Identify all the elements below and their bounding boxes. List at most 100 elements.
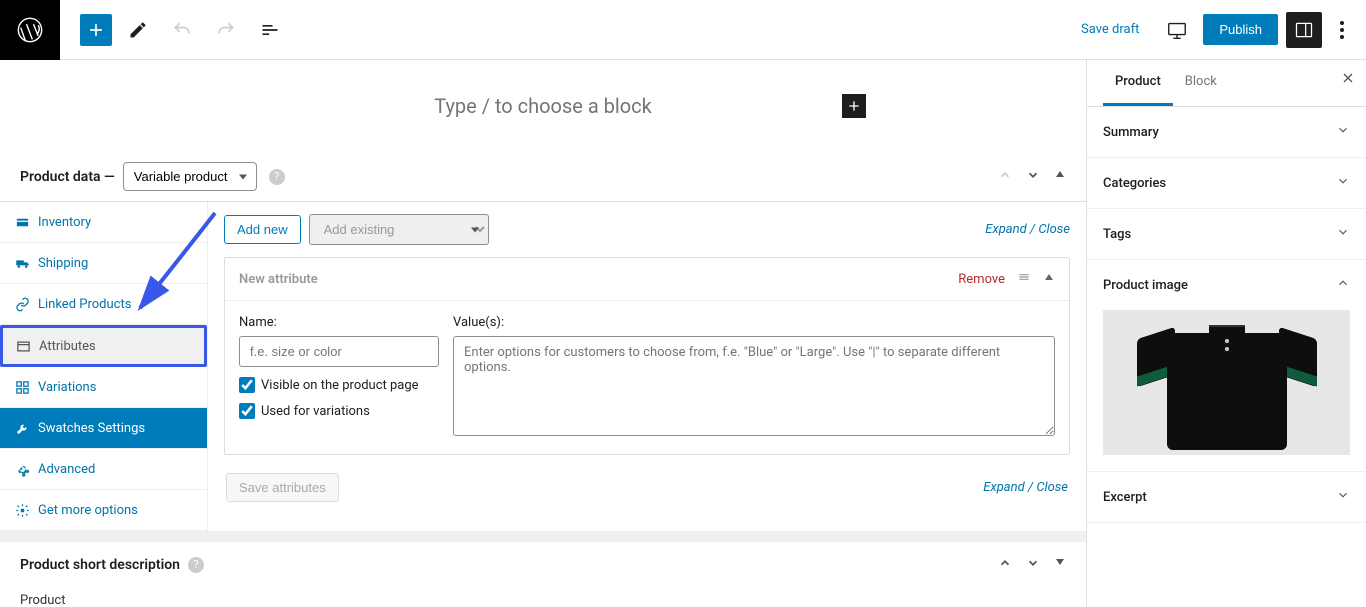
- grid-icon: [14, 379, 30, 395]
- tab-block[interactable]: Block: [1173, 60, 1229, 106]
- drag-handle[interactable]: [1017, 270, 1031, 288]
- plus-icon: [86, 20, 106, 40]
- tab-label: Attributes: [39, 339, 96, 354]
- product-data-panel: Product data — Variable product ?: [0, 152, 1086, 531]
- values-label: Value(s):: [453, 315, 1055, 330]
- triangle-up-icon: [1054, 168, 1066, 180]
- editor-toolbar-left: [60, 12, 308, 48]
- save-attributes-button[interactable]: Save attributes: [226, 473, 339, 502]
- chevron-down-icon: [1026, 168, 1040, 182]
- tab-attributes[interactable]: Attributes: [0, 325, 207, 367]
- chevron-down-icon: [1026, 556, 1040, 570]
- tab-inventory[interactable]: Inventory: [0, 202, 207, 243]
- preview-button[interactable]: [1159, 12, 1195, 48]
- redo-button[interactable]: [208, 12, 244, 48]
- product-data-tabs: Inventory Shipping Linked Products: [0, 202, 207, 531]
- attribute-name-input[interactable]: [239, 336, 439, 367]
- chevron-down-icon: [1336, 225, 1350, 243]
- attribute-block: New attribute Remove Name:: [224, 257, 1070, 455]
- tab-label: Swatches Settings: [38, 421, 145, 436]
- section-title: Tags: [1103, 227, 1131, 242]
- used-variations-label: Used for variations: [261, 404, 370, 419]
- chevron-up-icon: [998, 556, 1012, 570]
- tab-product[interactable]: Product: [1103, 60, 1173, 106]
- remove-attribute-link[interactable]: Remove: [958, 272, 1005, 287]
- add-new-attribute-button[interactable]: Add new: [224, 215, 301, 244]
- name-label: Name:: [239, 315, 439, 330]
- top-bar: Save draft Publish: [0, 0, 1366, 60]
- section-summary[interactable]: Summary: [1087, 107, 1366, 158]
- save-draft-button[interactable]: Save draft: [1069, 14, 1151, 45]
- attribute-values-textarea[interactable]: [453, 336, 1055, 436]
- collapse-attribute-button[interactable]: [1043, 271, 1055, 287]
- chevron-down-icon: [1336, 488, 1350, 506]
- help-icon[interactable]: ?: [269, 169, 285, 185]
- section-categories[interactable]: Categories: [1087, 158, 1366, 209]
- panel-toggle-button[interactable]: [1054, 556, 1066, 573]
- tab-shipping[interactable]: Shipping: [0, 243, 207, 284]
- tab-variations[interactable]: Variations: [0, 367, 207, 408]
- triangle-down-icon: [1054, 556, 1066, 568]
- tab-label: Inventory: [38, 215, 91, 230]
- inline-add-block-button[interactable]: [842, 94, 866, 118]
- close-sidebar-button[interactable]: [1340, 70, 1356, 91]
- section-title: Product image: [1103, 278, 1188, 293]
- redo-icon: [216, 20, 236, 40]
- pencil-icon: [128, 20, 148, 40]
- section-excerpt[interactable]: Excerpt: [1087, 472, 1366, 523]
- tab-label: Get more options: [38, 503, 138, 518]
- panel-up-button[interactable]: [998, 168, 1012, 185]
- link-icon: [14, 296, 30, 312]
- attribute-block-title: New attribute: [239, 272, 318, 287]
- document-overview-button[interactable]: [252, 12, 288, 48]
- help-icon[interactable]: ?: [188, 557, 204, 573]
- section-product-image[interactable]: Product image: [1087, 260, 1366, 472]
- section-title: Excerpt: [1103, 490, 1147, 505]
- shirt-image: [1137, 315, 1317, 450]
- tab-advanced[interactable]: Advanced: [0, 449, 207, 490]
- settings-sidebar: Product Block Summary Categories Tags: [1086, 60, 1366, 607]
- editor-toolbar-right: Save draft Publish: [1069, 12, 1366, 48]
- attributes-icon: [15, 338, 31, 354]
- tab-label: Variations: [38, 380, 96, 395]
- chevron-down-icon: [1336, 123, 1350, 141]
- bottom-product-label: Product: [0, 587, 1086, 607]
- panel-toggle-button[interactable]: [1054, 168, 1066, 185]
- editor-canvas: Type / to choose a block Product data — …: [0, 60, 1086, 607]
- add-block-button[interactable]: [80, 14, 112, 46]
- section-title: Categories: [1103, 176, 1166, 191]
- tab-get-more-options[interactable]: Get more options: [0, 490, 207, 531]
- settings-toggle-button[interactable]: [1286, 12, 1322, 48]
- product-type-select[interactable]: Variable product: [123, 162, 257, 191]
- edit-mode-button[interactable]: [120, 12, 156, 48]
- sidebar-tabs: Product Block: [1087, 60, 1366, 107]
- expand-collapse-link[interactable]: Expand / Close: [985, 222, 1070, 237]
- add-existing-select[interactable]: Add existing: [309, 214, 489, 245]
- visible-label: Visible on the product page: [261, 378, 419, 393]
- wordpress-logo[interactable]: [0, 0, 60, 60]
- tab-linked-products[interactable]: Linked Products: [0, 284, 207, 325]
- short-description-title: Product short description: [20, 557, 180, 573]
- expand-collapse-link-bottom[interactable]: Expand / Close: [983, 480, 1068, 495]
- panel-down-button[interactable]: [1026, 168, 1040, 185]
- undo-button[interactable]: [164, 12, 200, 48]
- visible-checkbox[interactable]: [239, 377, 255, 393]
- publish-button[interactable]: Publish: [1203, 14, 1278, 45]
- kebab-icon: [1340, 21, 1344, 39]
- chevron-up-icon: [1336, 276, 1350, 294]
- block-inserter-placeholder[interactable]: Type / to choose a block: [0, 60, 1086, 152]
- tab-label: Linked Products: [38, 297, 131, 312]
- panel-down-button[interactable]: [1026, 556, 1040, 573]
- plus-icon: [846, 98, 862, 114]
- product-image-thumbnail[interactable]: [1103, 310, 1350, 455]
- tab-swatches-settings[interactable]: Swatches Settings: [0, 408, 207, 449]
- close-icon: [1340, 70, 1356, 86]
- product-data-header: Product data — Variable product ?: [0, 152, 1086, 202]
- section-tags[interactable]: Tags: [1087, 209, 1366, 260]
- panel-up-button[interactable]: [998, 556, 1012, 573]
- truck-icon: [14, 255, 30, 271]
- drag-icon: [1017, 270, 1031, 284]
- more-options-button[interactable]: [1330, 12, 1354, 48]
- used-variations-checkbox[interactable]: [239, 403, 255, 419]
- chevron-down-icon: [1336, 174, 1350, 192]
